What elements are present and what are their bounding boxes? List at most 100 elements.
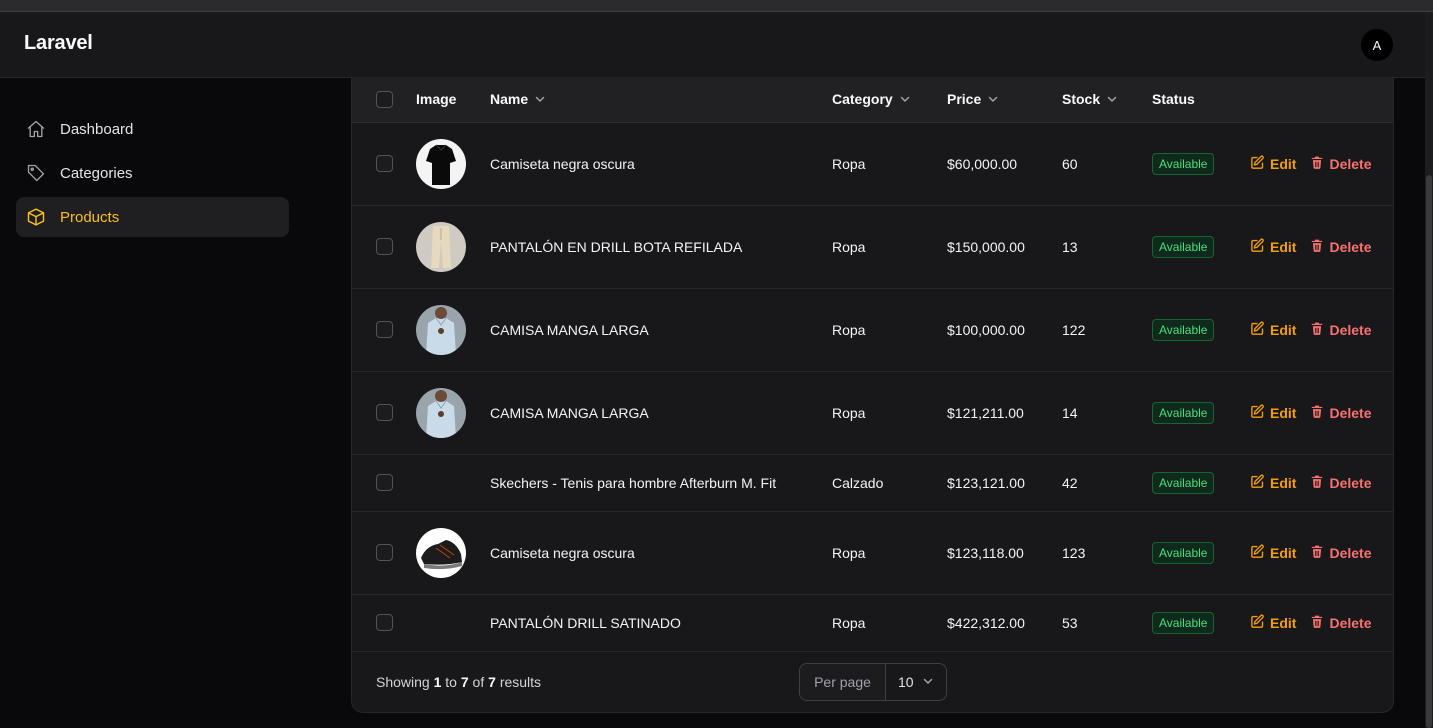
image-cell — [416, 594, 490, 652]
actions-cell: Edit Delete — [1246, 288, 1393, 372]
image-cell — [416, 511, 490, 595]
column-header-label: Price — [947, 90, 982, 107]
image-cell — [416, 122, 490, 206]
edit-label: Edit — [1270, 474, 1297, 491]
product-price: $123,118.00 — [947, 511, 1062, 595]
row-actions: Edit Delete — [1246, 544, 1393, 562]
page-scrollbar[interactable] — [1425, 12, 1433, 728]
row-checkbox[interactable] — [375, 238, 393, 256]
actions-cell: Edit Delete — [1246, 511, 1393, 595]
sidebar-item-products[interactable]: Products — [16, 197, 289, 237]
summary-of-word: of — [472, 674, 485, 690]
actions-cell: Edit Delete — [1246, 371, 1393, 455]
cube-icon — [26, 207, 46, 227]
scrollbar-thumb[interactable] — [1426, 175, 1432, 728]
row-checkbox[interactable] — [375, 614, 393, 632]
product-stock: 53 — [1062, 594, 1152, 652]
summary-total: 7 — [488, 674, 496, 690]
edit-label: Edit — [1270, 544, 1297, 561]
edit-label: Edit — [1270, 155, 1297, 172]
top-navigation-bar: Laravel A — [0, 12, 1425, 78]
delete-button[interactable]: Delete — [1310, 544, 1371, 562]
chevron-down-icon — [899, 92, 911, 108]
delete-button[interactable]: Delete — [1310, 155, 1371, 173]
edit-button[interactable]: Edit — [1250, 321, 1296, 339]
brand-logo[interactable]: Laravel — [24, 32, 93, 55]
actions-cell: Edit Delete — [1246, 594, 1393, 652]
row-select-cell — [352, 371, 416, 455]
product-stock: 42 — [1062, 454, 1152, 512]
delete-button[interactable]: Delete — [1310, 614, 1371, 632]
delete-label: Delete — [1329, 321, 1372, 338]
browser-top-strip — [0, 0, 1433, 12]
column-header-image: Image — [416, 77, 490, 123]
per-page-select[interactable]: 10 — [886, 664, 946, 700]
row-actions: Edit Delete — [1246, 155, 1393, 173]
product-name: PANTALÓN EN DRILL BOTA REFILADA — [490, 205, 832, 289]
sidebar-item-label: Dashboard — [60, 120, 134, 138]
summary-to: 7 — [460, 674, 469, 690]
image-cell — [416, 371, 490, 455]
image-cell — [416, 205, 490, 289]
user-avatar[interactable]: A — [1361, 29, 1393, 61]
delete-button[interactable]: Delete — [1310, 404, 1371, 422]
status-cell: Available — [1152, 205, 1246, 289]
edit-button[interactable]: Edit — [1250, 614, 1296, 632]
column-header-label: Name — [490, 90, 529, 107]
edit-button[interactable]: Edit — [1250, 474, 1296, 492]
product-name: Camiseta negra oscura — [490, 511, 832, 595]
delete-label: Delete — [1329, 238, 1372, 255]
sidebar-item-dashboard[interactable]: Dashboard — [16, 109, 289, 149]
sidebar-item-categories[interactable]: Categories — [16, 153, 289, 193]
product-price: $100,000.00 — [947, 288, 1062, 372]
status-cell: Available — [1152, 454, 1246, 512]
edit-button[interactable]: Edit — [1250, 544, 1296, 562]
product-image — [416, 387, 466, 438]
product-stock: 123 — [1062, 511, 1152, 595]
summary-from: 1 — [433, 674, 442, 690]
delete-label: Delete — [1329, 474, 1372, 491]
product-category: Ropa — [832, 594, 947, 652]
select-all-checkbox[interactable] — [375, 91, 393, 109]
sidebar: Dashboard Categories Products — [16, 109, 289, 241]
row-checkbox[interactable] — [375, 321, 393, 339]
product-category: Ropa — [832, 122, 947, 206]
column-header-category[interactable]: Category — [832, 77, 947, 123]
per-page-label: Per page — [800, 664, 886, 700]
edit-button[interactable]: Edit — [1250, 238, 1296, 256]
table-footer: Showing 1 to 7 of 7 results Per page 10 — [352, 651, 1393, 712]
delete-label: Delete — [1329, 155, 1372, 172]
status-badge: Available — [1152, 401, 1215, 424]
summary-to-word: to — [445, 674, 457, 690]
delete-button[interactable]: Delete — [1310, 321, 1371, 339]
product-name: CAMISA MANGA LARGA — [490, 288, 832, 372]
edit-icon — [1250, 404, 1265, 422]
row-checkbox[interactable] — [375, 544, 393, 562]
row-checkbox[interactable] — [375, 474, 393, 492]
edit-button[interactable]: Edit — [1250, 404, 1296, 422]
product-stock: 122 — [1062, 288, 1152, 372]
product-stock: 60 — [1062, 122, 1152, 206]
home-icon — [26, 119, 46, 139]
delete-button[interactable]: Delete — [1310, 238, 1371, 256]
product-category: Ropa — [832, 371, 947, 455]
column-header-stock[interactable]: Stock — [1062, 77, 1152, 123]
table-row: Camiseta negra oscura Ropa $60,000.00 60 Ava… — [352, 122, 1393, 206]
edit-button[interactable]: Edit — [1250, 155, 1296, 173]
column-header-name[interactable]: Name — [490, 77, 832, 123]
trash-icon — [1310, 614, 1324, 632]
trash-icon — [1310, 238, 1324, 256]
delete-button[interactable]: Delete — [1310, 474, 1371, 492]
row-checkbox[interactable] — [375, 404, 393, 422]
delete-label: Delete — [1329, 404, 1372, 421]
sidebar-item-label: Products — [60, 208, 120, 226]
column-header-price[interactable]: Price — [947, 77, 1062, 123]
product-category: Calzado — [832, 454, 947, 512]
status-badge: Available — [1152, 318, 1215, 341]
status-cell: Available — [1152, 288, 1246, 372]
row-actions: Edit Delete — [1246, 238, 1393, 256]
row-checkbox[interactable] — [375, 155, 393, 173]
edit-icon — [1250, 238, 1265, 256]
edit-label: Edit — [1270, 321, 1297, 338]
row-actions: Edit Delete — [1246, 614, 1393, 632]
